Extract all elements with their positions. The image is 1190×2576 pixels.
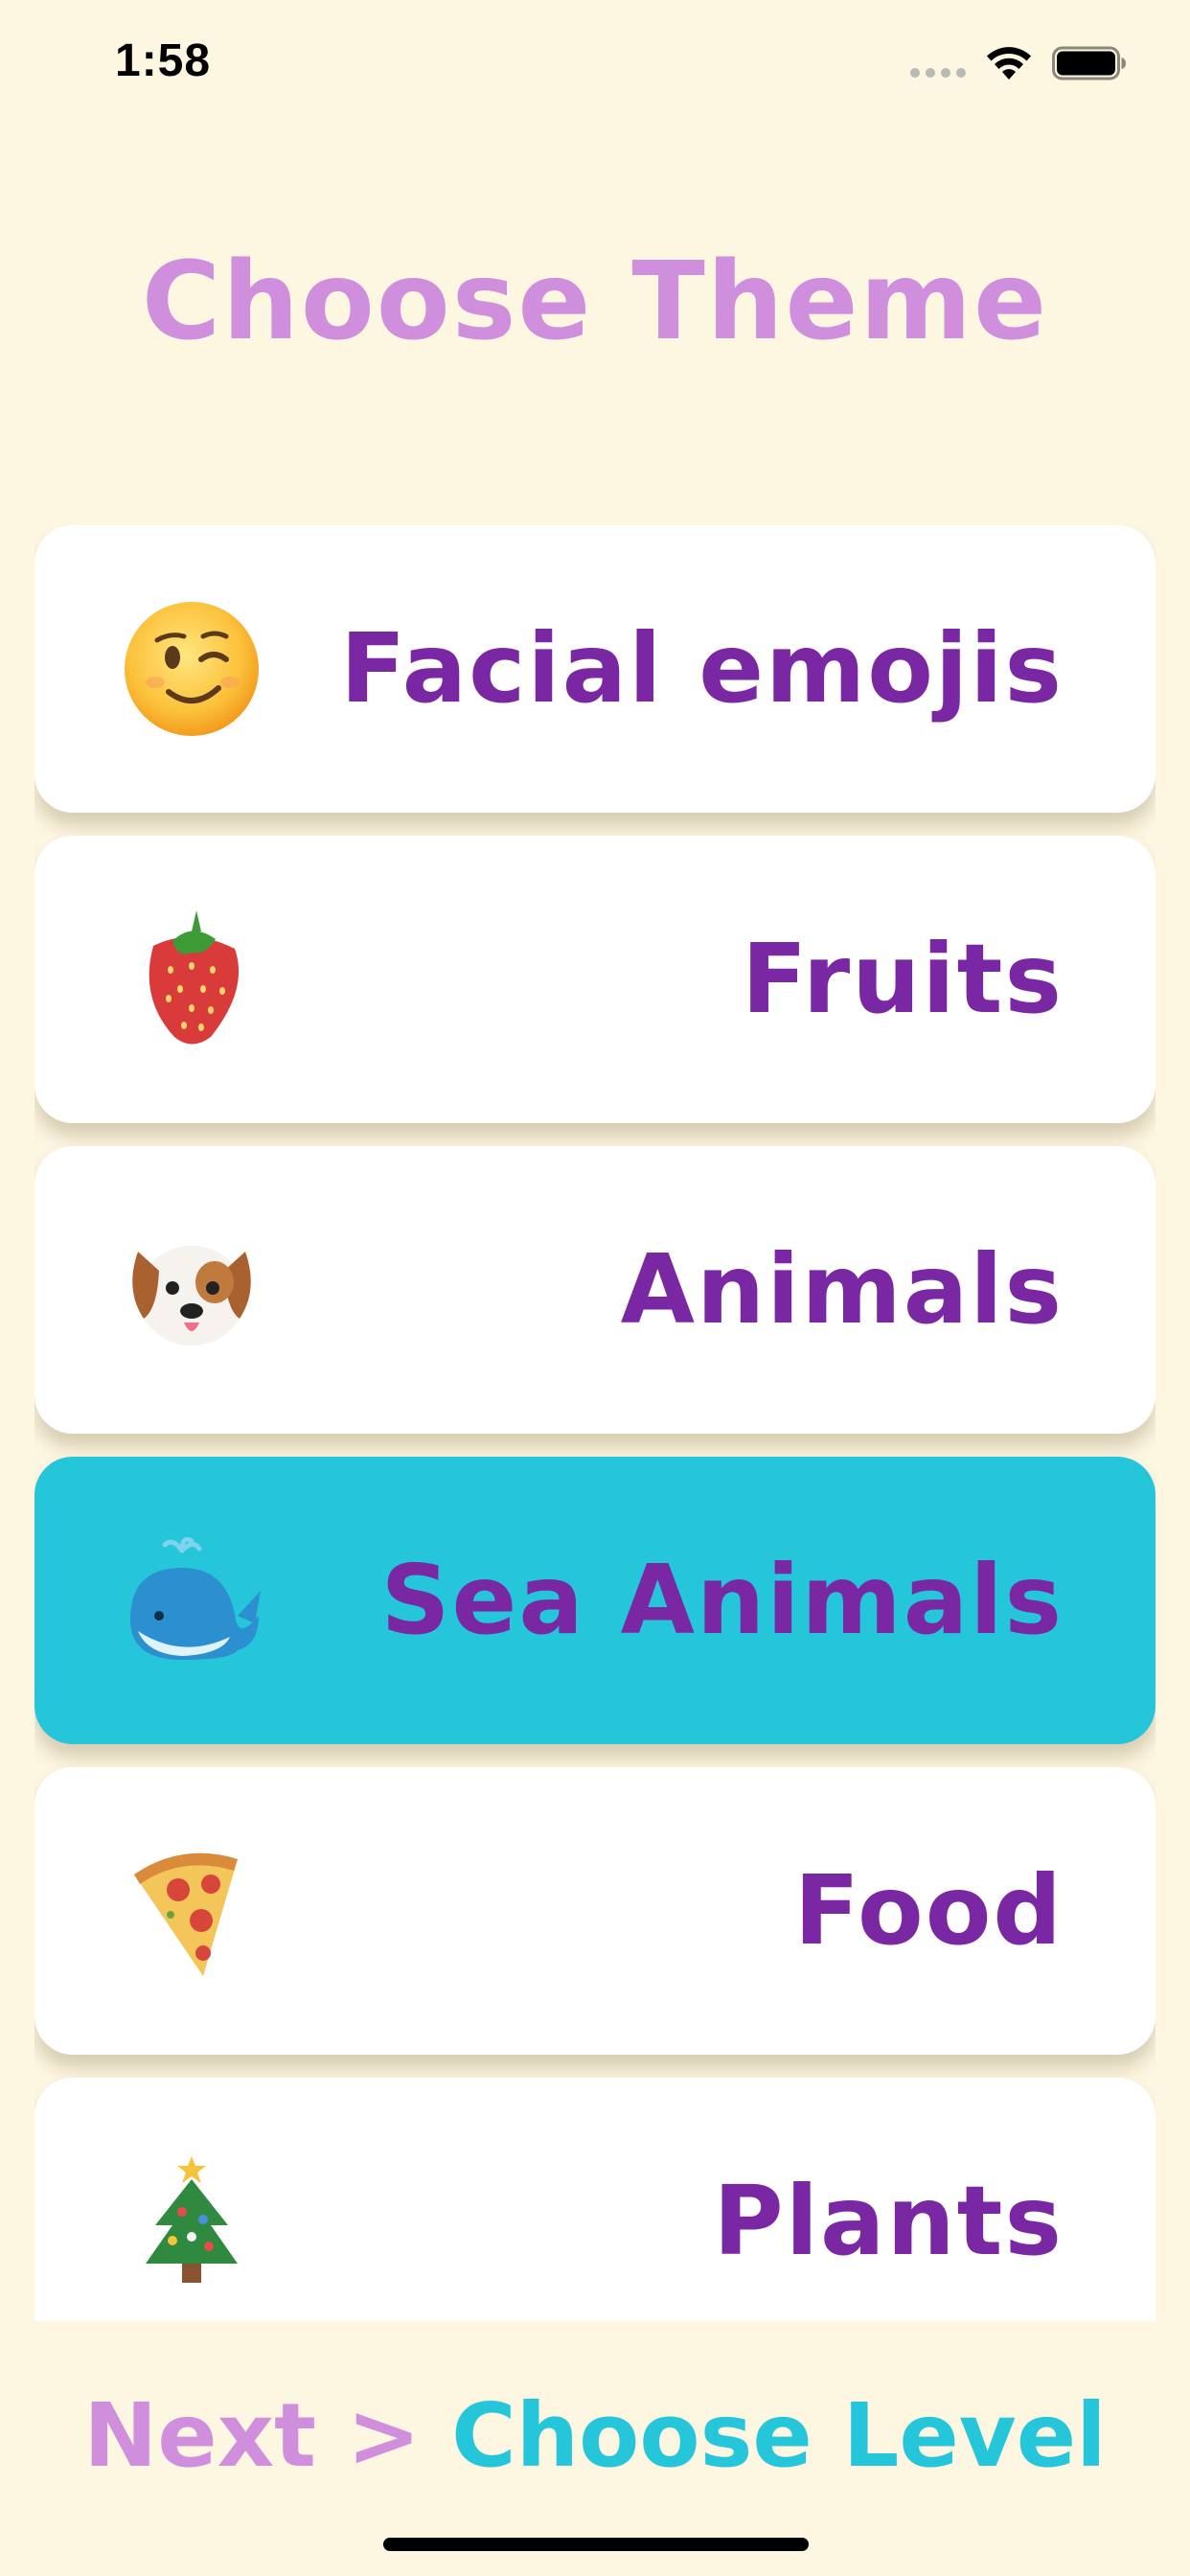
status-bar: 1:58	[0, 0, 1190, 134]
winking-face-icon	[115, 592, 268, 746]
status-icons	[910, 44, 1127, 82]
theme-card-sea-animals[interactable]: Sea Animals	[34, 1457, 1156, 1744]
theme-card-fruits[interactable]: Fruits	[34, 836, 1156, 1123]
page-title: Choose Theme	[141, 240, 1049, 364]
theme-card-facial-emojis[interactable]: Facial emojis	[34, 525, 1156, 813]
theme-card-plants[interactable]: Plants	[34, 2078, 1156, 2321]
next-choose-level-button[interactable]: Next > Choose Level	[0, 2384, 1190, 2487]
signal-dots-icon	[910, 49, 966, 78]
theme-list[interactable]: Facial emojis Fruits Animals Sea Animals…	[34, 525, 1156, 2321]
theme-label: Animals	[620, 1233, 1064, 1346]
dog-face-icon	[115, 1213, 268, 1367]
theme-card-food[interactable]: Food	[34, 1767, 1156, 2055]
next-target: Choose Level	[451, 2384, 1107, 2487]
status-time: 1:58	[115, 35, 212, 86]
home-indicator[interactable]	[383, 2538, 809, 2551]
theme-label: Food	[793, 1854, 1064, 1966]
theme-label: Facial emojis	[340, 612, 1064, 724]
battery-icon	[1052, 46, 1126, 80]
strawberry-icon	[115, 903, 268, 1056]
wifi-icon	[987, 47, 1031, 80]
next-prefix: Next >	[83, 2384, 422, 2487]
theme-label: Sea Animals	[380, 1544, 1064, 1656]
pizza-icon	[115, 1834, 268, 1988]
theme-label: Fruits	[741, 923, 1064, 1035]
theme-label: Plants	[713, 2165, 1064, 2277]
christmas-tree-icon	[115, 2145, 268, 2298]
theme-card-animals[interactable]: Animals	[34, 1146, 1156, 1434]
whale-icon	[115, 1524, 268, 1677]
